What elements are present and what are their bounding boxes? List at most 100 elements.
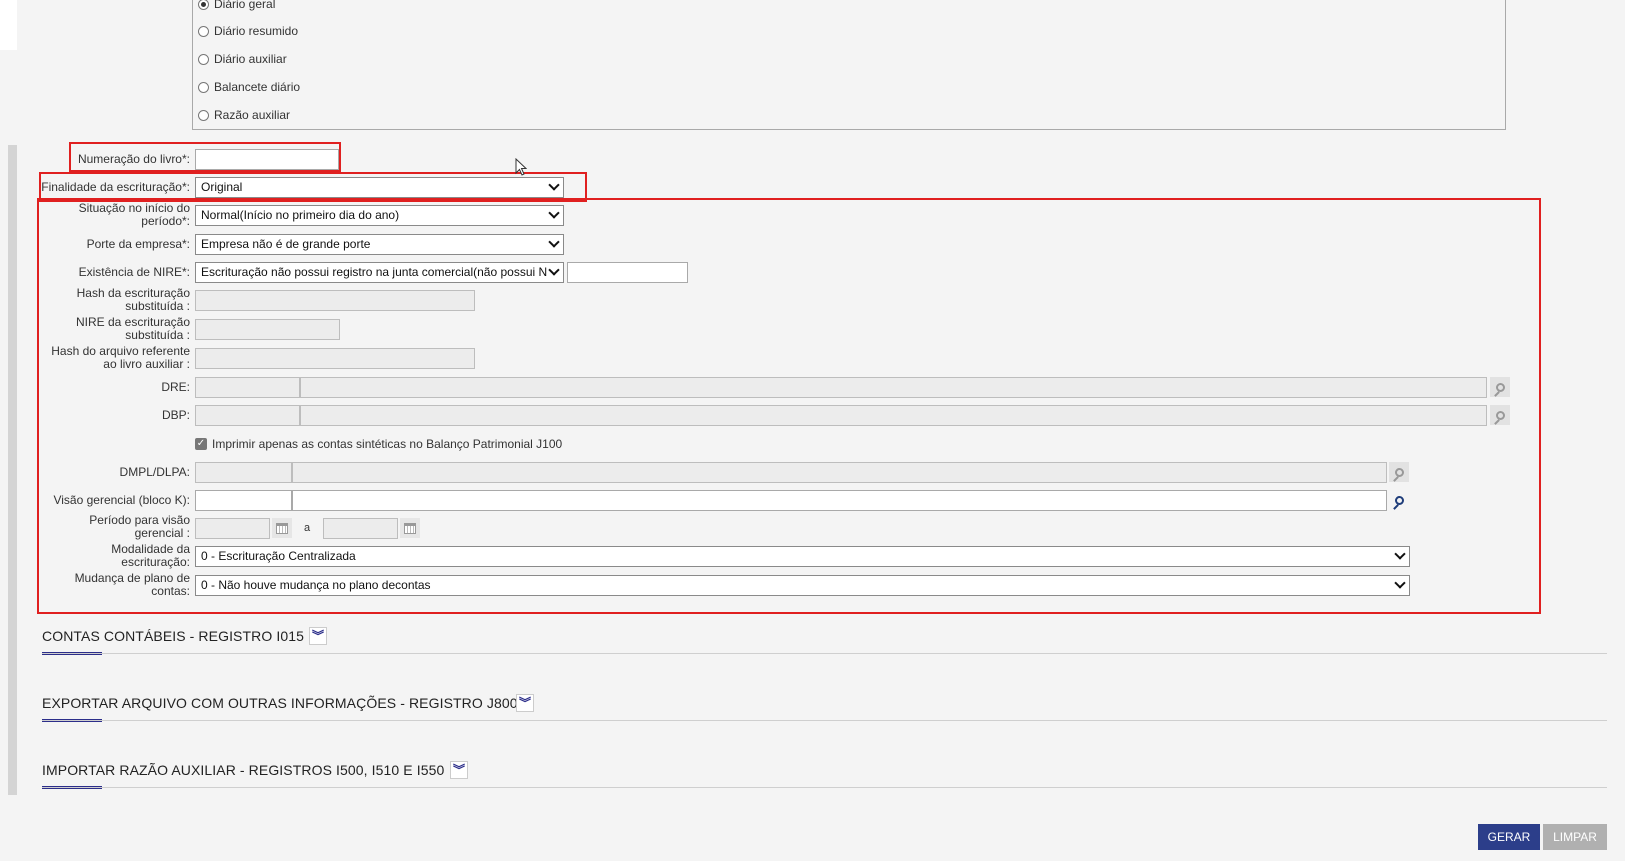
limpar-button[interactable]: LIMPAR (1543, 824, 1607, 850)
hash-aux-input[interactable] (195, 348, 475, 369)
dmpl-code-input[interactable] (195, 462, 292, 483)
modalidade-select[interactable]: 0 - Escrituração Centralizada (195, 546, 1410, 567)
search-icon (1495, 410, 1505, 420)
imprimir-checkbox-row[interactable]: ✓ Imprimir apenas as contas sintéticas n… (195, 437, 562, 451)
chevron-down-icon (548, 179, 560, 191)
scroll-track[interactable] (8, 145, 17, 795)
porte-label: Porte da empresa*: (86, 237, 190, 251)
radio-button[interactable] (198, 109, 209, 121)
radio-button[interactable] (198, 53, 209, 65)
periodo-label: Período para visão gerencial : (40, 514, 190, 540)
nire-subst-input[interactable] (195, 319, 340, 340)
nire-label: Existência de NIRE*: (78, 265, 190, 279)
section-expand-exportar[interactable]: ︾ (516, 694, 534, 712)
numeracao-input[interactable] (195, 149, 339, 170)
periodo-end-input[interactable] (323, 518, 398, 539)
dmpl-description-input[interactable] (292, 462, 1387, 483)
mudanca-value: 0 - Não houve mudança no plano decontas (201, 578, 431, 592)
gerar-button[interactable]: GERAR (1478, 824, 1540, 850)
periodo-start-calendar[interactable] (272, 518, 292, 538)
label-line: gerencial : (134, 526, 190, 540)
nire-subst-label: NIRE da escrituração substituída : (20, 316, 190, 342)
search-icon (1394, 495, 1404, 505)
finalidade-value: Original (201, 180, 243, 194)
chevron-down-icon (548, 264, 560, 276)
section-expand-contas[interactable]: ︾ (309, 627, 327, 645)
imprimir-checkbox[interactable]: ✓ (195, 438, 207, 450)
nire-select[interactable]: Escrituração não possui registro na junt… (195, 262, 564, 283)
radio-label: Diário geral (214, 0, 276, 11)
modalidade-value: 0 - Escrituração Centralizada (201, 549, 356, 563)
label-line: ao livro auxiliar : (103, 357, 190, 371)
dbp-description-input[interactable] (300, 405, 1487, 426)
periodo-start-input[interactable] (195, 518, 270, 539)
radio-button[interactable] (198, 81, 209, 93)
situacao-select[interactable]: Normal(Início no primeiro dia do ano) (195, 205, 564, 226)
dmpl-search-button[interactable] (1389, 462, 1409, 482)
chevron-double-down-icon: ︾ (311, 629, 324, 643)
mudanca-label: Mudança de plano de contas: (40, 572, 190, 598)
left-panel-edge (0, 0, 17, 50)
visao-search-button[interactable] (1389, 490, 1409, 510)
nire-number-input[interactable] (567, 262, 688, 283)
mudanca-select[interactable]: 0 - Não houve mudança no plano decontas (195, 575, 1410, 596)
situacao-label: Situação no início do período*: (40, 202, 190, 228)
chevron-down-icon (1394, 548, 1406, 560)
visao-label: Visão gerencial (bloco K): (53, 493, 190, 507)
section-divider (42, 653, 1607, 654)
calendar-icon (404, 522, 416, 534)
label-line: contas: (151, 584, 190, 598)
radio-label: Balancete diário (214, 80, 301, 94)
finalidade-select[interactable]: Original (195, 177, 564, 198)
dre-label: DRE: (161, 380, 190, 394)
periodo-end-calendar[interactable] (400, 518, 420, 538)
section-divider (42, 720, 1607, 721)
label-line: substituída : (125, 328, 190, 342)
mouse-cursor-icon (515, 158, 527, 176)
dre-search-button[interactable] (1490, 377, 1510, 397)
radio-label: Diário auxiliar (214, 52, 287, 66)
label-line: substituída : (125, 299, 190, 313)
radio-diario-auxiliar[interactable]: Diário auxiliar (198, 52, 287, 66)
chevron-double-down-icon: ︾ (518, 696, 531, 710)
radio-button[interactable] (198, 25, 209, 37)
dre-description-input[interactable] (300, 377, 1487, 398)
situacao-value: Normal(Início no primeiro dia do ano) (201, 208, 400, 222)
porte-select[interactable]: Empresa não é de grande porte (195, 234, 564, 255)
radio-label: Razão auxiliar (214, 108, 291, 122)
book-type-group (192, 0, 1506, 130)
hash-subst-label: Hash da escrituração substituída : (20, 287, 190, 313)
chevron-down-icon (548, 207, 560, 219)
label-line: período*: (141, 214, 190, 228)
radio-balancete-diario[interactable]: Balancete diário (198, 80, 300, 94)
section-expand-importar[interactable]: ︾ (450, 761, 468, 779)
calendar-icon (276, 522, 288, 534)
hash-subst-input[interactable] (195, 290, 475, 311)
visao-description-input[interactable] (292, 490, 1387, 511)
radio-button-checked[interactable] (198, 0, 209, 10)
dbp-code-input[interactable] (195, 405, 300, 426)
imprimir-label: Imprimir apenas as contas sintéticas no … (212, 437, 563, 451)
chevron-down-icon (548, 236, 560, 248)
dmpl-label: DMPL/DLPA: (119, 465, 190, 479)
radio-razao-auxiliar[interactable]: Razão auxiliar (198, 108, 290, 122)
finalidade-label: Finalidade da escrituração*: (41, 180, 190, 194)
radio-diario-geral[interactable]: Diário geral (198, 0, 275, 11)
chevron-double-down-icon: ︾ (452, 763, 465, 777)
periodo-separator: a (304, 522, 311, 534)
dbp-search-button[interactable] (1490, 405, 1510, 425)
nire-value: Escrituração não possui registro na junt… (201, 265, 548, 279)
visao-code-input[interactable] (195, 490, 292, 511)
numeracao-label: Numeração do livro*: (77, 152, 190, 166)
modalidade-label: Modalidade da escrituração: (40, 543, 190, 569)
section-title-importar: IMPORTAR RAZÃO AUXILIAR - REGISTROS I500… (42, 762, 445, 778)
search-icon (1394, 467, 1404, 477)
porte-value: Empresa não é de grande porte (201, 237, 371, 251)
radio-diario-resumido[interactable]: Diário resumido (198, 24, 298, 38)
dre-code-input[interactable] (195, 377, 300, 398)
label-line: escrituração: (121, 555, 190, 569)
search-icon (1495, 382, 1505, 392)
section-divider (42, 787, 1607, 788)
chevron-down-icon (1394, 577, 1406, 589)
radio-label: Diário resumido (214, 24, 299, 38)
